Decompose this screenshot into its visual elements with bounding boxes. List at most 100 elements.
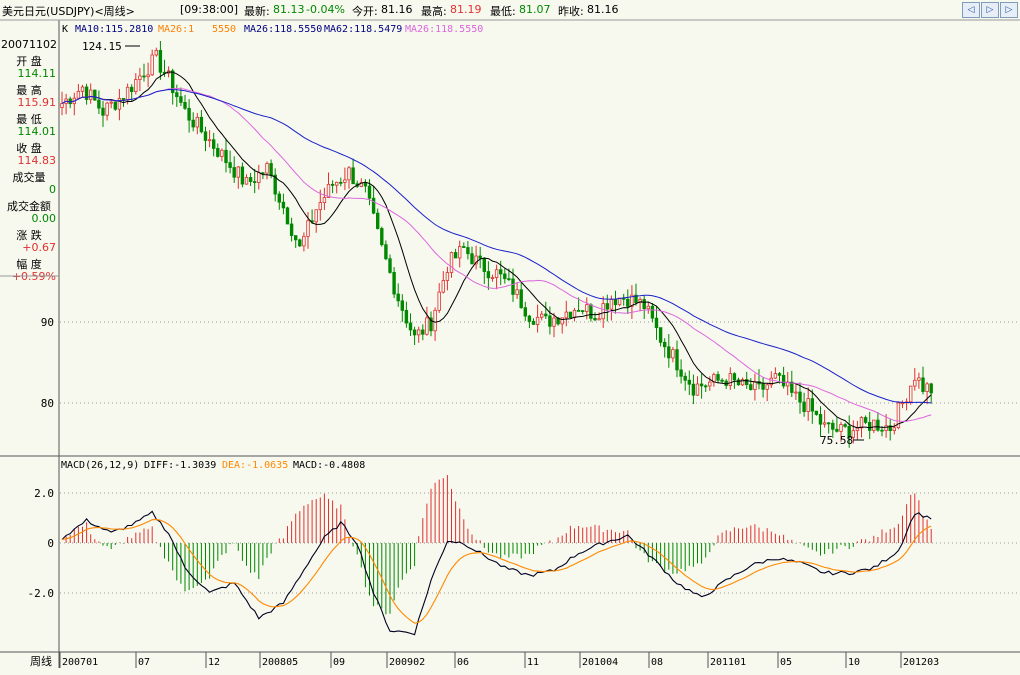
info-volume-label: 成交量	[12, 170, 46, 184]
candle-body	[909, 385, 913, 403]
candle-body	[388, 258, 392, 273]
candle-body	[540, 313, 544, 318]
ma-legend-item: MA26:118.5550	[244, 24, 322, 35]
candle-body	[630, 294, 634, 307]
candle-body	[154, 49, 158, 56]
candle-body	[581, 310, 585, 313]
candle-body	[408, 322, 413, 331]
candle-body	[708, 381, 712, 387]
candle-body	[179, 96, 183, 103]
candle-body	[884, 425, 888, 432]
candle-body	[646, 305, 650, 310]
candle-body	[269, 163, 273, 176]
candle-body	[761, 383, 765, 390]
info-change-label: 涨 跌	[16, 228, 42, 242]
x-tick-label: 201004	[582, 657, 618, 668]
info-range-label: 幅 度	[16, 257, 42, 271]
prev-price: 81.16	[587, 3, 619, 16]
candle-body	[613, 299, 618, 306]
candle-body	[392, 272, 396, 295]
candle-body	[478, 255, 482, 259]
candle-body	[220, 149, 224, 157]
candle-body	[683, 375, 687, 381]
candle-body	[777, 373, 782, 376]
candle-body	[244, 177, 249, 185]
nav-left-button[interactable]: ◁	[962, 2, 980, 18]
candle-body	[302, 235, 306, 247]
candle-body	[416, 329, 421, 336]
candle-body	[749, 384, 753, 390]
candle-body	[548, 315, 552, 327]
candle-body	[638, 299, 642, 304]
candle-body	[162, 71, 167, 74]
candle-body	[306, 220, 310, 237]
candle-body	[433, 309, 437, 332]
ma26-line	[61, 87, 932, 422]
candle-body	[892, 427, 896, 431]
info-close-label: 收 盘	[16, 141, 42, 155]
chart-svg[interactable]: 90 80 K MA10:115.2810 MA26:1 5550 MA26:118.5…	[0, 0, 1020, 675]
quote-time: [09:38:00]	[180, 3, 238, 16]
candle-body	[843, 424, 847, 427]
candle-body	[921, 377, 925, 392]
low-price: 81.07	[519, 3, 551, 16]
candle-body	[835, 428, 839, 432]
candle-body	[650, 305, 655, 319]
candle-body	[552, 317, 556, 327]
candle-body	[810, 398, 814, 412]
title-bar: 美元日元(USDJPY)<周线> [09:38:00] 最新: 81.13 -0…	[0, 0, 1020, 20]
candle-body	[900, 402, 905, 405]
candle-body	[437, 291, 441, 311]
candle-body	[786, 381, 790, 387]
candle-body	[863, 417, 868, 423]
candle-body	[687, 379, 691, 385]
candle-body	[535, 316, 540, 325]
candle-body	[265, 163, 269, 174]
candle-body	[125, 86, 130, 101]
candle-body	[732, 373, 737, 381]
candle-body	[868, 422, 872, 431]
low-label: 最低:	[490, 5, 516, 18]
nav-right-button[interactable]: ▷	[981, 2, 999, 18]
candle-body	[211, 139, 216, 149]
candle-body	[470, 253, 474, 265]
candle-body	[462, 246, 466, 248]
candle-body	[142, 75, 146, 78]
candle-body	[503, 273, 507, 280]
candle-body	[384, 244, 388, 260]
candle-body	[511, 278, 515, 295]
nav-next-button[interactable]: ▷	[1000, 2, 1018, 18]
candle-body	[564, 311, 568, 319]
info-amount-label: 成交金额	[7, 199, 51, 213]
candle-body	[855, 427, 860, 432]
candle-body	[89, 89, 93, 100]
x-tick-label: 05	[780, 657, 792, 668]
candle-body	[740, 379, 745, 386]
candle-body	[359, 182, 363, 187]
candle-body	[806, 398, 810, 412]
candle-body	[121, 98, 126, 101]
candle-body	[64, 98, 68, 104]
candle-body	[597, 318, 601, 321]
candle-body	[765, 384, 769, 390]
period-label: 周线	[30, 654, 52, 668]
candle-body	[663, 341, 667, 348]
x-tick-label: 08	[651, 657, 663, 668]
macd-dea-label: DEA:-1.0635	[222, 460, 288, 471]
candle-body	[515, 289, 519, 295]
candle-body	[876, 419, 880, 431]
candle-body	[298, 239, 302, 247]
candle-body	[187, 107, 191, 121]
candle-body	[523, 307, 527, 317]
candle-body	[609, 299, 614, 310]
candle-body	[60, 103, 64, 108]
candle-body	[330, 183, 335, 186]
candle-body	[642, 299, 646, 310]
candle-body	[203, 131, 208, 141]
candle-body	[76, 90, 81, 99]
candle-body	[314, 209, 318, 223]
candle-body	[457, 246, 462, 259]
candle-body	[498, 269, 503, 275]
candle-body	[773, 373, 778, 379]
candle-body	[261, 172, 265, 175]
